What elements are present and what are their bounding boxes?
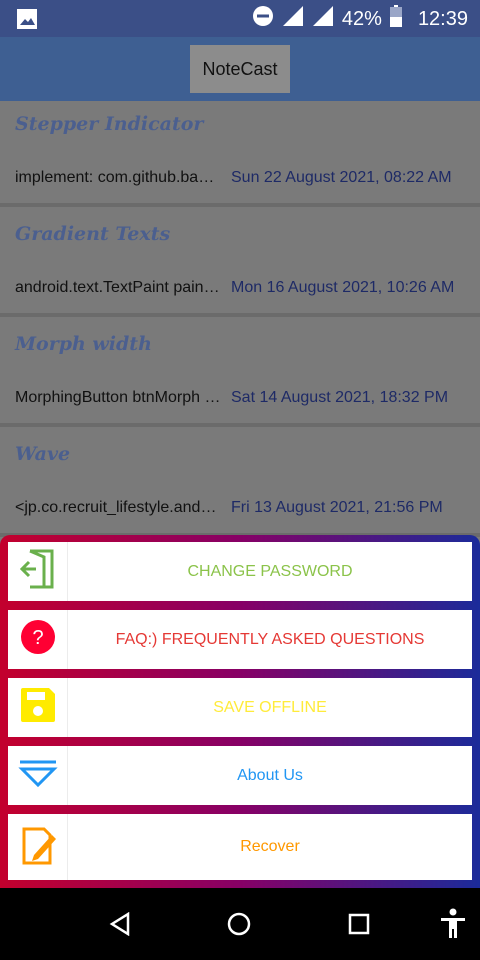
about-us-button[interactable]: About Us	[8, 746, 472, 805]
note-title: Gradient Texts	[15, 223, 171, 245]
back-icon[interactable]	[100, 908, 140, 940]
question-icon: ?	[20, 619, 56, 660]
status-bar: 42% 12:39	[0, 0, 480, 37]
menu-item-label: Recover	[240, 838, 300, 855]
note-card[interactable]: Stepper Indicator implement: com.github.…	[0, 101, 480, 207]
gallery-icon	[16, 8, 38, 35]
signal-icon	[312, 5, 334, 33]
do-not-disturb-icon	[252, 5, 274, 33]
save-offline-button[interactable]: SAVE OFFLINE	[8, 678, 472, 737]
menu-item-label: About Us	[237, 766, 303, 784]
recover-edit-icon	[18, 825, 58, 870]
note-card[interactable]: Morph width MorphingButton btnMorph = fi…	[0, 321, 480, 427]
note-body: MorphingButton btnMorph = findViewById()	[15, 389, 221, 406]
note-date: Mon 16 August 2021, 10:26 AM	[231, 279, 455, 296]
home-icon[interactable]	[219, 908, 259, 940]
note-title: Wave	[15, 443, 71, 465]
note-body: <jp.co.recruit_lifestyle.android.widget.…	[15, 499, 221, 516]
note-date: Fri 13 August 2021, 21:56 PM	[231, 499, 443, 516]
note-body: implement: com.github.badoualy:stepper-i…	[15, 169, 221, 186]
change-password-button[interactable]: CHANGE PASSWORD	[8, 542, 472, 601]
clock: 12:39	[417, 7, 468, 30]
battery-percent: 42%	[341, 7, 382, 30]
app-bar: NoteCast	[0, 37, 480, 101]
note-date: Sun 22 August 2021, 08:22 AM	[231, 169, 452, 186]
save-floppy-icon	[19, 686, 57, 729]
navigation-bar	[0, 888, 480, 960]
accessibility-icon[interactable]	[433, 908, 473, 940]
note-body: android.text.TextPaint paint = textView.…	[15, 279, 221, 296]
menu-item-label: CHANGE PASSWORD	[187, 562, 353, 580]
note-title: Stepper Indicator	[15, 113, 204, 135]
svg-text:?: ?	[32, 627, 43, 649]
menu-item-label: SAVE OFFLINE	[213, 698, 327, 716]
note-card[interactable]: Wave <jp.co.recruit_lifestyle.android.wi…	[0, 431, 480, 537]
logout-door-icon	[19, 549, 56, 594]
recents-icon[interactable]	[339, 908, 379, 940]
recover-button[interactable]: Recover	[8, 814, 472, 880]
note-card[interactable]: Gradient Texts android.text.TextPaint pa…	[0, 211, 480, 317]
note-date: Sat 14 August 2021, 18:32 PM	[231, 389, 449, 406]
bottom-sheet-menu: CHANGE PASSWORD ? FAQ:) FREQUENTLY ASKED…	[0, 535, 480, 888]
signal-icon	[282, 5, 304, 33]
faq-button[interactable]: ? FAQ:) FREQUENTLY ASKED QUESTIONS	[8, 610, 472, 669]
app-title-button[interactable]: NoteCast	[190, 45, 290, 93]
note-title: Morph width	[15, 333, 152, 355]
about-triangle-icon	[17, 758, 58, 793]
battery-icon	[389, 5, 402, 33]
menu-item-label: FAQ:) FREQUENTLY ASKED QUESTIONS	[115, 630, 425, 648]
